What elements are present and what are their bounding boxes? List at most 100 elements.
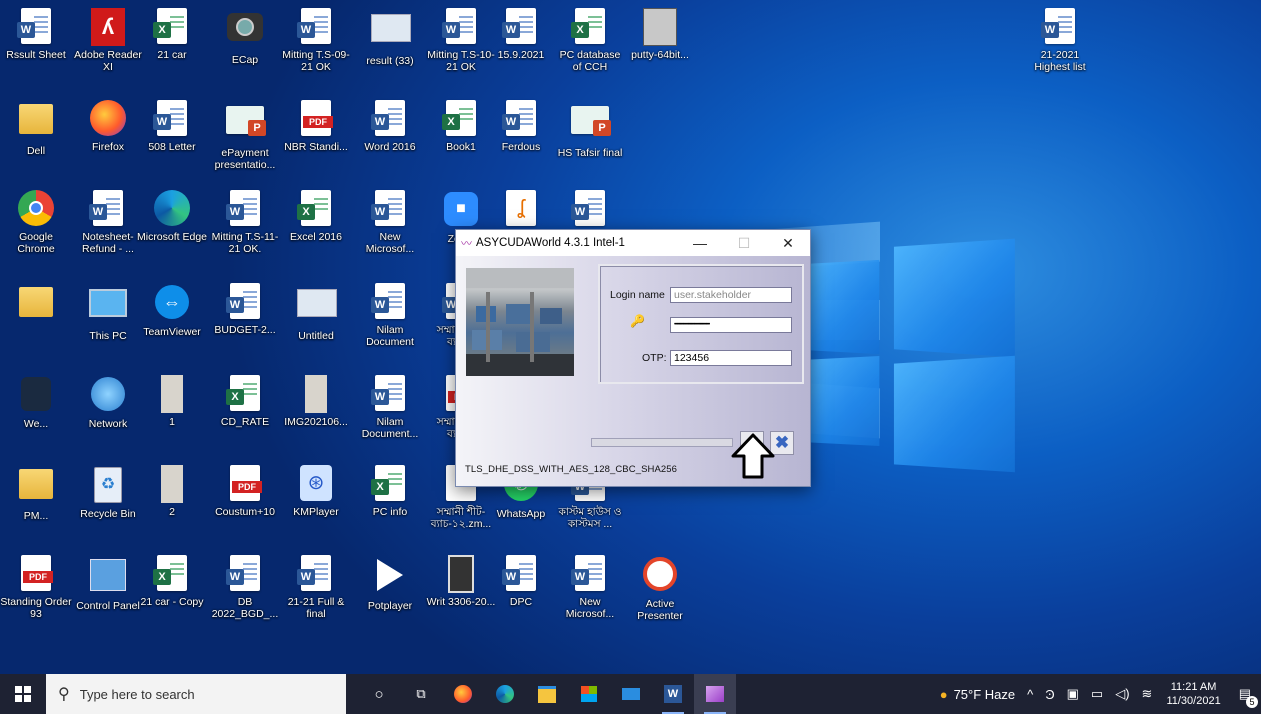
chevron-up-icon[interactable]: ^ — [1021, 687, 1039, 702]
desktop-icon[interactable]: X CD_RATE — [209, 375, 281, 428]
desktop-icon[interactable]: IMG202106... — [280, 375, 352, 428]
installer-icon — [641, 8, 679, 46]
desktop-icon[interactable]: PePayment presentatio... — [209, 100, 281, 171]
desktop-icon[interactable]: Dell — [0, 100, 72, 157]
edge-icon — [496, 685, 514, 703]
desktop-icon[interactable]: W Rssult Sheet — [0, 8, 72, 61]
word-icon: W — [502, 8, 540, 46]
dialog-titlebar[interactable]: 〰 ASYCUDAWorld 4.3.1 Intel-1 — ☐ ✕ — [456, 230, 810, 256]
weather-text[interactable]: 75°F Haze — [954, 687, 1022, 702]
notification-count: 5 — [1246, 696, 1258, 708]
camera-icon — [226, 13, 264, 51]
desktop-icon[interactable]: PDF Coustum+10 — [209, 465, 281, 518]
taskbar-file-explorer[interactable] — [526, 674, 568, 714]
cortana-circle-icon: ○ — [374, 686, 383, 703]
desktop-icon[interactable]: W Mitting T.S-09-21 OK — [280, 8, 352, 73]
desktop-icon[interactable]: ʎ Adobe Reader XI — [72, 8, 144, 73]
battery-icon[interactable]: ▭ — [1085, 686, 1109, 702]
desktop-icon[interactable]: Potplayer — [354, 555, 426, 612]
excel-icon: X — [571, 8, 609, 46]
task-view-button[interactable]: ⧉ — [400, 674, 442, 714]
taskbar-search-box[interactable]: ⚲ Type here to search — [46, 674, 346, 714]
desktop-icon-label: Dell — [0, 145, 72, 157]
desktop-icon[interactable]: result (33) — [354, 8, 426, 67]
desktop-icon-label: IMG202106... — [280, 416, 352, 428]
start-button[interactable] — [0, 674, 46, 714]
desktop-icon-label: Standing Order 93 — [0, 596, 72, 620]
desktop-icon[interactable]: 1 — [136, 375, 208, 428]
desktop-icon[interactable]: X Excel 2016 — [280, 190, 352, 243]
desktop-icon[interactable]: We... — [0, 375, 72, 430]
desktop-icon[interactable]: ⇔ TeamViewer — [136, 283, 208, 338]
desktop-icon[interactable]: W New Microsof... — [354, 190, 426, 255]
desktop-icon[interactable]: ECap — [209, 8, 281, 66]
taskbar-edge[interactable] — [484, 674, 526, 714]
desktop-icon[interactable]: X PC database of CCH — [554, 8, 626, 73]
taskbar-store[interactable] — [568, 674, 610, 714]
otp-input[interactable]: 123456 — [670, 350, 792, 366]
desktop-icon[interactable]: W 15.9.2021 — [485, 8, 557, 61]
teamviewer-icon: ⇔ — [153, 285, 191, 323]
desktop-icon[interactable]: P HS Tafsir final — [554, 100, 626, 159]
desktop-icon[interactable]: PDF NBR Standi... — [280, 100, 352, 153]
folder-icon — [538, 686, 556, 703]
notification-center-button[interactable]: ▤ 5 — [1229, 686, 1261, 702]
language-icon[interactable]: Ͽ — [1039, 687, 1060, 702]
asycuda-icon — [706, 686, 724, 702]
volume-icon[interactable]: ◁) — [1109, 686, 1135, 702]
desktop-icon[interactable]: W Word 2016 — [354, 100, 426, 153]
taskbar-firefox[interactable] — [442, 674, 484, 714]
desktop-icon[interactable]: Control Panel — [72, 555, 144, 612]
desktop-icon[interactable]: Network — [72, 375, 144, 430]
desktop-icon[interactable]: Untitled — [280, 283, 352, 342]
password-input[interactable]: •••••••••••••••••••••••••••••••• — [670, 317, 792, 333]
desktop-icon[interactable]: W — [554, 190, 626, 231]
desktop-icon[interactable]: Firefox — [72, 100, 144, 153]
pc-icon — [89, 289, 127, 327]
desktop-icon[interactable]: W BUDGET-2... — [209, 283, 281, 336]
desktop-icon[interactable]: This PC — [72, 283, 144, 342]
desktop-icon[interactable]: ♻ Recycle Bin — [72, 465, 144, 520]
scan-icon — [153, 465, 191, 503]
desktop-icon[interactable]: X 21 car - Copy — [136, 555, 208, 608]
minimize-button[interactable]: — — [678, 235, 722, 251]
desktop-icon[interactable]: W Mitting T.S-11-21 OK. — [209, 190, 281, 255]
desktop-icon[interactable]: PM... — [0, 465, 72, 522]
desktop-icon[interactable]: W Notesheet-Refund - ... — [72, 190, 144, 255]
desktop-icon[interactable]: Microsoft Edge — [136, 190, 208, 243]
desktop-icon[interactable]: W DPC — [485, 555, 557, 608]
desktop-icon[interactable]: W Nilam Document... — [354, 375, 426, 440]
excel-icon: X — [153, 8, 191, 46]
wifi-icon[interactable]: ≋ — [1136, 686, 1159, 702]
desktop-icon[interactable]: W DB 2022_BGD_... — [209, 555, 281, 620]
taskbar-asycuda[interactable] — [694, 674, 736, 714]
desktop-icon[interactable]: Google Chrome — [0, 190, 72, 255]
word-icon: W — [664, 685, 682, 703]
taskbar-mail[interactable] — [610, 674, 652, 714]
weather-haze-icon[interactable]: ● — [934, 687, 954, 702]
desktop-icon[interactable]: W Nilam Document — [354, 283, 426, 348]
clock-date: 11/30/2021 — [1166, 694, 1220, 708]
desktop-icon[interactable]: Active Presenter — [624, 555, 696, 622]
desktop-icon[interactable]: 2 — [136, 465, 208, 518]
cortana-button[interactable]: ○ — [358, 674, 400, 714]
task-view-icon: ⧉ — [416, 686, 425, 702]
desktop-icon[interactable]: W New Microsof... — [554, 555, 626, 620]
desktop-icon[interactable]: W Ferdous — [485, 100, 557, 153]
display-icon[interactable]: ▣ — [1061, 686, 1085, 702]
desktop-icon[interactable]: X 21 car — [136, 8, 208, 61]
desktop-icon[interactable]: X PC info — [354, 465, 426, 518]
desktop-icon[interactable] — [0, 283, 72, 328]
taskbar-word[interactable]: W — [652, 674, 694, 714]
word-icon: W — [89, 190, 127, 228]
close-button[interactable]: ✕ — [766, 235, 810, 252]
desktop-icon[interactable]: W 21-2021 Highest list — [1024, 8, 1096, 73]
desktop-icon[interactable]: W 508 Letter — [136, 100, 208, 153]
desktop-icon[interactable]: PDF Standing Order 93 — [0, 555, 72, 620]
clock[interactable]: 11:21 AM 11/30/2021 — [1158, 680, 1228, 708]
java-icon: ʆ — [502, 190, 540, 228]
login-name-input[interactable]: user.stakeholder — [670, 287, 792, 303]
desktop-icon[interactable]: ⊛ KMPlayer — [280, 465, 352, 518]
desktop-icon[interactable]: putty-64bit... — [624, 8, 696, 61]
desktop-icon[interactable]: W 21-21 Full & final — [280, 555, 352, 620]
